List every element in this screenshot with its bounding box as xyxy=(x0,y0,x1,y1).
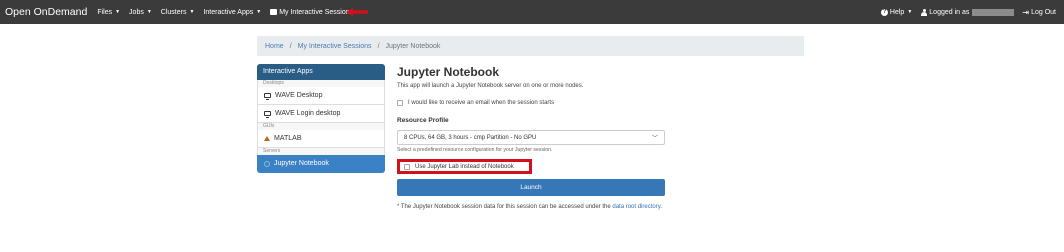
jupyterlab-checkbox-row[interactable]: Use Jupyter Lab instead of Notebook xyxy=(397,159,532,174)
nav-files-menu[interactable]: Files ▼ xyxy=(97,9,120,16)
jupyter-icon xyxy=(264,160,270,167)
brand-link[interactable]: Open OnDemand xyxy=(5,6,87,18)
data-root-directory-link[interactable]: data root directory xyxy=(612,204,660,210)
help-label: Help xyxy=(889,8,905,16)
nav-interactive-apps-menu[interactable]: Interactive Apps ▼ xyxy=(203,9,261,16)
sidebar-item-wave-desktop[interactable]: WAVE Desktop xyxy=(257,87,385,105)
breadcrumb-sessions[interactable]: My Interactive Sessions xyxy=(298,43,372,50)
nav-sessions-label: My Interactive Sessions xyxy=(279,8,354,16)
matlab-icon xyxy=(264,136,270,141)
breadcrumb-separator: / xyxy=(289,42,292,50)
sidebar-item-jupyter-notebook[interactable]: Jupyter Notebook xyxy=(257,155,385,173)
sidebar-item-label: MATLAB xyxy=(274,135,302,142)
nav-right-group: ? Help ▼ Logged in as ⇥ Log Out xyxy=(880,0,1056,24)
sidebar-header: Interactive Apps xyxy=(257,64,385,80)
breadcrumb-separator: / xyxy=(377,42,380,50)
user-icon xyxy=(921,8,928,16)
breadcrumb-current: Jupyter Notebook xyxy=(385,42,441,50)
interactive-apps-sidebar: Interactive Apps Desktops WAVE Desktop W… xyxy=(257,64,385,173)
breadcrumb-home[interactable]: Home xyxy=(265,43,284,50)
logged-in-indicator: Logged in as xyxy=(921,8,1018,16)
caret-down-icon: ▼ xyxy=(907,9,913,15)
annotation-arrow-icon xyxy=(346,8,368,16)
nav-my-interactive-sessions[interactable]: My Interactive Sessions xyxy=(270,9,353,16)
chevron-down-icon: ﹀ xyxy=(651,136,658,142)
email-checkbox-label: I would like to receive an email when th… xyxy=(408,100,555,106)
caret-down-icon: ▼ xyxy=(256,9,262,15)
sidebar-item-label: WAVE Desktop xyxy=(275,92,323,99)
note-text: * The Jupyter Notebook session data for … xyxy=(397,204,611,210)
launch-button[interactable]: Launch xyxy=(397,179,665,196)
nav-jobs-label: Jobs xyxy=(129,8,144,16)
note-suffix: . xyxy=(660,204,662,210)
nav-clusters-label: Clusters xyxy=(160,8,187,16)
help-menu[interactable]: ? Help ▼ xyxy=(880,8,913,16)
nav-files-label: Files xyxy=(97,8,113,16)
sessions-icon xyxy=(270,9,278,15)
nav-interactive-apps-label: Interactive Apps xyxy=(203,8,254,16)
logout-label: Log Out xyxy=(1031,8,1056,16)
page-title: Jupyter Notebook xyxy=(397,65,500,79)
redacted-username xyxy=(972,8,1015,16)
app-form: Jupyter Notebook This app will launch a … xyxy=(397,64,665,213)
sidebar-item-label: Jupyter Notebook xyxy=(274,160,329,167)
nav-clusters-menu[interactable]: Clusters ▼ xyxy=(161,9,195,16)
sidebar-category-servers: Servers xyxy=(257,148,385,155)
data-root-note: * The Jupyter Notebook session data for … xyxy=(397,202,665,213)
monitor-icon xyxy=(264,111,271,118)
email-checkbox-row[interactable]: I would like to receive an email when th… xyxy=(397,100,665,106)
caret-down-icon: ▼ xyxy=(146,9,152,15)
email-checkbox[interactable] xyxy=(397,100,403,106)
sign-out-icon: ⇥ xyxy=(1022,7,1030,17)
caret-down-icon: ▼ xyxy=(115,9,121,15)
caret-down-icon: ▼ xyxy=(189,9,195,15)
monitor-icon xyxy=(264,93,271,100)
app-description: This app will launch a Jupyter Notebook … xyxy=(397,83,584,89)
nav-jobs-menu[interactable]: Jobs ▼ xyxy=(129,9,152,16)
resource-profile-help: Select a predefined resource configurati… xyxy=(397,147,553,153)
resource-profile-value: 8 CPUs, 64 GB, 3 hours - cmp Partition -… xyxy=(404,134,537,141)
jupyterlab-checkbox[interactable] xyxy=(404,163,410,170)
resource-profile-select[interactable]: 8 CPUs, 64 GB, 3 hours - cmp Partition -… xyxy=(397,130,665,145)
resource-profile-label: Resource Profile xyxy=(397,117,449,124)
logged-in-label: Logged in as xyxy=(929,8,970,16)
logout-link[interactable]: ⇥ Log Out xyxy=(1022,8,1056,17)
sidebar-item-wave-login-desktop[interactable]: WAVE Login desktop xyxy=(257,105,385,123)
sidebar-item-label: WAVE Login desktop xyxy=(275,110,341,117)
breadcrumb: Home / My Interactive Sessions / Jupyter… xyxy=(257,36,804,56)
sidebar-category-desktops: Desktops xyxy=(257,80,385,87)
sidebar-category-guis: GUIs xyxy=(257,123,385,130)
top-navbar: Open OnDemand Files ▼ Jobs ▼ Clusters ▼ Int… xyxy=(0,0,1064,24)
sidebar-item-matlab[interactable]: MATLAB xyxy=(257,130,385,148)
jupyterlab-checkbox-label: Use Jupyter Lab instead of Notebook xyxy=(415,163,514,170)
question-circle-icon: ? xyxy=(880,8,888,16)
